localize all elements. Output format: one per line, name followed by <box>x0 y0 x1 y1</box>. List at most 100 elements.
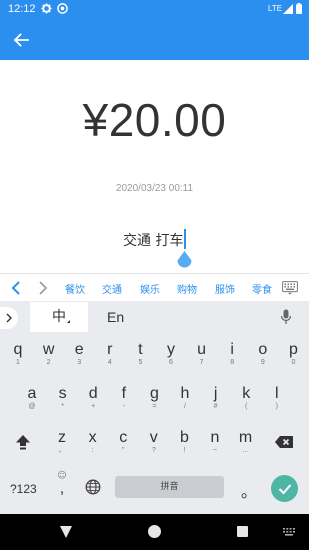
key-i[interactable]: i8 <box>224 341 240 367</box>
keyboard-expand-button[interactable] <box>0 307 18 329</box>
key-h[interactable]: h / <box>177 385 193 411</box>
gear-icon <box>41 3 52 14</box>
key-label: f <box>121 385 127 402</box>
key-sublabel: 8 <box>230 359 235 366</box>
category-item[interactable]: 娱乐 <box>140 281 160 296</box>
key-label: r <box>107 341 113 358</box>
space-key[interactable]: 拼音 <box>115 476 224 498</box>
key-label: z <box>58 429 66 446</box>
key-c[interactable]: c " <box>115 429 131 455</box>
key-f[interactable]: f- <box>116 385 132 411</box>
back-button[interactable] <box>8 27 34 53</box>
category-item[interactable]: 购物 <box>177 281 197 296</box>
note-text: 交通 打车 <box>123 233 184 249</box>
key-a[interactable]: a @ <box>24 385 40 411</box>
nav-home-icon[interactable] <box>148 525 161 538</box>
key-sublabel: 5 <box>138 359 143 366</box>
nav-back-icon[interactable] <box>59 525 73 539</box>
tab-english[interactable]: En <box>107 309 124 325</box>
soft-keyboard: 中 En q1w2e3r4t5y6u7i8o9p0 a @ s * d + f - g = h / j #… <box>0 301 309 514</box>
key-r[interactable]: r4 <box>102 341 118 367</box>
key-label: h <box>180 385 190 402</box>
key-label: y <box>167 341 175 358</box>
key-sublabel: … <box>242 447 250 454</box>
key-u[interactable]: u7 <box>194 341 210 367</box>
key-sublabel: 、 <box>58 447 66 454</box>
key-l[interactable]: l) <box>269 385 285 411</box>
caret-handle-icon[interactable] <box>176 251 193 271</box>
category-item[interactable]: 交通 <box>102 281 122 296</box>
key-q[interactable]: q1 <box>10 341 26 367</box>
key-label: c <box>119 429 128 446</box>
period-key[interactable]: 。 <box>241 478 257 502</box>
globe-icon[interactable] <box>85 479 101 495</box>
key-y[interactable]: y6 <box>163 341 179 367</box>
key-label: a <box>27 385 37 402</box>
key-sublabel: / <box>184 403 186 410</box>
key-label: b <box>179 429 189 446</box>
key-sublabel: : <box>91 447 94 454</box>
key-e[interactable]: e3 <box>71 341 87 367</box>
key-label: q <box>13 341 23 358</box>
shift-icon[interactable] <box>14 433 32 451</box>
category-item[interactable]: 餐饮 <box>65 281 85 296</box>
numbers-key[interactable]: ?123 <box>10 482 37 496</box>
key-label: i <box>230 341 234 358</box>
key-label: o <box>258 341 268 358</box>
key-sublabel: 9 <box>260 359 265 366</box>
network-type: LTE <box>268 4 283 13</box>
system-nav-bar <box>0 514 309 550</box>
chevron-right-icon <box>6 313 12 323</box>
key-p[interactable]: p0 <box>285 341 301 367</box>
comma-key[interactable]: ☺ , <box>55 471 69 497</box>
key-x[interactable]: x: <box>85 429 101 455</box>
key-sublabel: 1 <box>16 359 20 366</box>
nav-recents-icon[interactable] <box>237 526 248 537</box>
keyboard-icon[interactable] <box>282 281 298 295</box>
key-label: x <box>88 429 97 446</box>
key-label: g <box>149 385 159 402</box>
arrow-left-icon <box>13 33 29 47</box>
corner-mark-icon <box>67 320 70 323</box>
key-sublabel: 3 <box>77 359 82 366</box>
enter-button[interactable] <box>271 475 298 502</box>
chevron-left-icon[interactable] <box>9 280 23 296</box>
keyboard-icon[interactable] <box>283 528 295 536</box>
key-sublabel: " <box>121 447 125 454</box>
key-label: p <box>288 341 298 358</box>
category-bar: 餐饮 交通 娱乐 购物 服饰 零食 <box>0 273 309 301</box>
key-g[interactable]: g = <box>146 385 162 411</box>
category-item[interactable]: 零食 <box>252 281 272 296</box>
key-z[interactable]: z、 <box>54 429 70 455</box>
category-item[interactable]: 服饰 <box>215 281 235 296</box>
text-caret <box>184 229 186 249</box>
key-label: u <box>197 341 207 358</box>
key-j[interactable]: j # <box>208 385 224 411</box>
key-label: t <box>138 341 143 358</box>
microphone-icon[interactable] <box>280 309 292 325</box>
key-sublabel: 7 <box>199 359 204 366</box>
key-b[interactable]: b! <box>176 429 192 455</box>
backspace-icon[interactable] <box>274 435 294 449</box>
key-o[interactable]: o9 <box>255 341 271 367</box>
key-s[interactable]: s * <box>55 385 71 411</box>
key-k[interactable]: k( <box>238 385 254 411</box>
key-sublabel: ? <box>151 447 156 454</box>
key-sublabel: # <box>213 403 218 410</box>
key-m[interactable]: m… <box>238 429 254 455</box>
record-datetime[interactable]: 2020/03/23 00:11 <box>0 183 309 194</box>
note-input[interactable]: 交通 打车 <box>0 229 309 251</box>
key-sublabel: * <box>61 403 64 410</box>
key-label: n <box>210 429 220 446</box>
key-label: w <box>42 341 55 358</box>
key-v[interactable]: v? <box>146 429 162 455</box>
check-icon <box>278 483 291 494</box>
key-w[interactable]: w2 <box>41 341 57 367</box>
key-label: m <box>238 429 253 446</box>
key-d[interactable]: d + <box>85 385 101 411</box>
key-n[interactable]: n ~ <box>207 429 223 455</box>
key-sublabel: ! <box>183 447 186 454</box>
chevron-right-icon[interactable] <box>36 280 50 296</box>
key-t[interactable]: t5 <box>132 341 148 367</box>
tab-chinese[interactable]: 中 <box>30 302 88 332</box>
